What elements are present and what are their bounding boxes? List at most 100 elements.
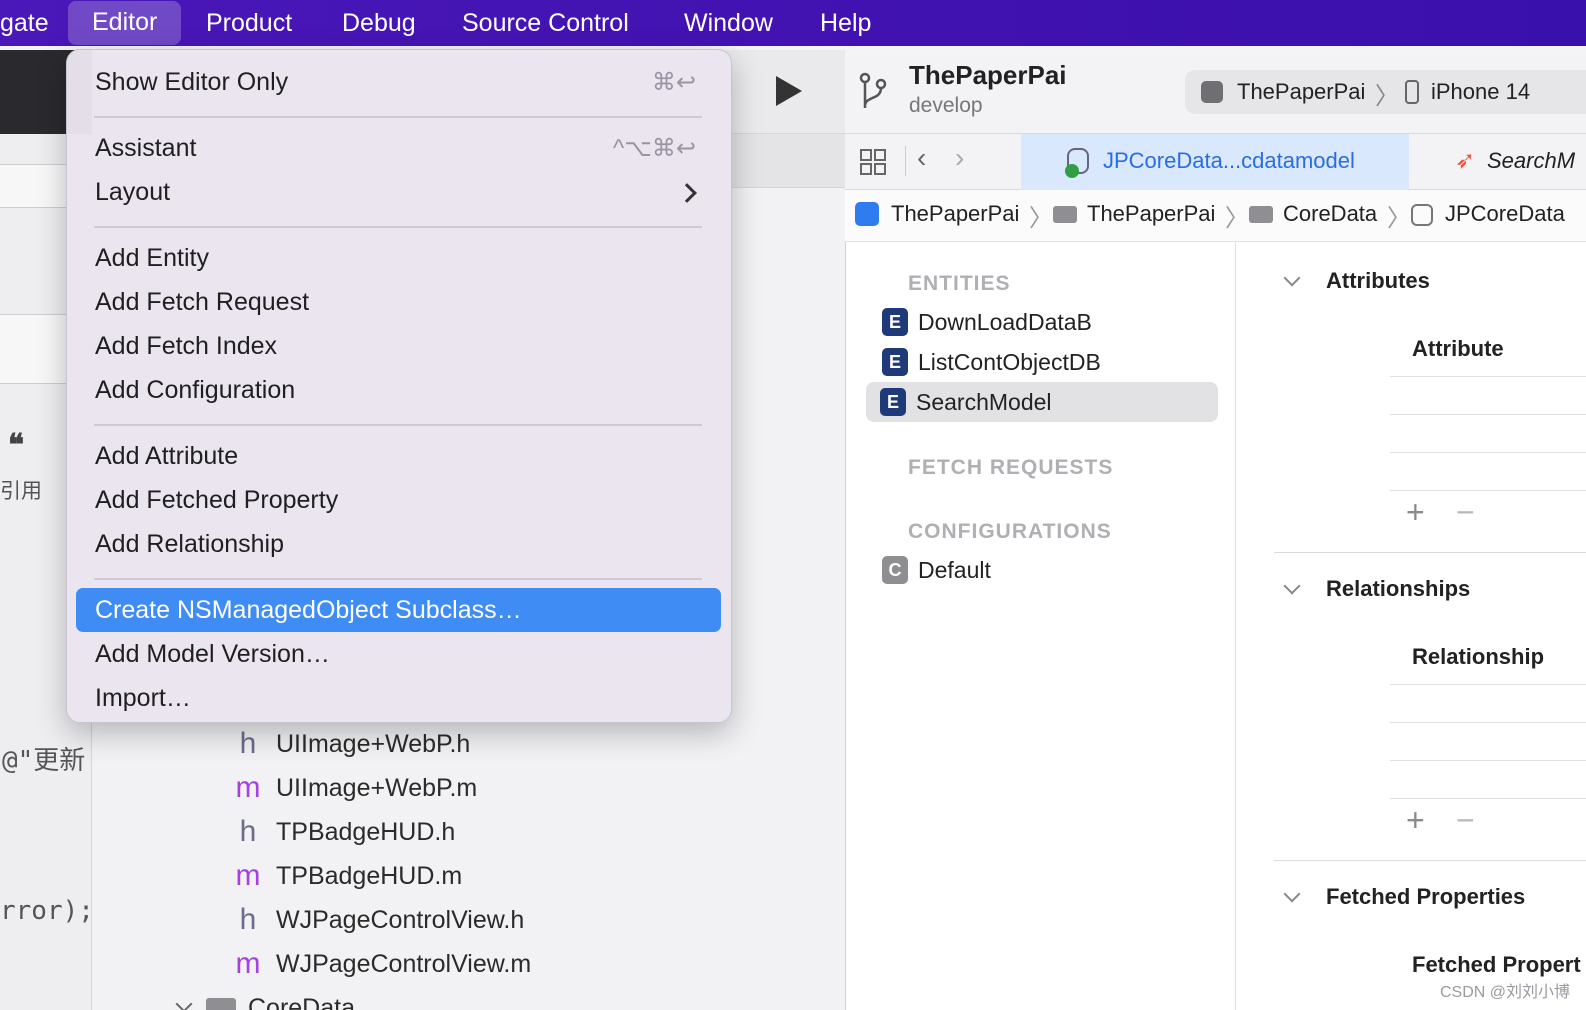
file-name: UIImage+WebP.m — [276, 773, 478, 802]
column-header[interactable]: Fetched Propert — [1412, 952, 1581, 978]
forward-arrow-icon[interactable]: › — [955, 142, 964, 174]
breadcrumb-item[interactable]: ThePaperPai — [891, 201, 1019, 227]
menu-item-assistant[interactable]: Assistant — [95, 134, 196, 163]
menu-item-add-configuration[interactable]: Add Configuration — [95, 376, 295, 405]
header-file-icon: h — [239, 903, 257, 936]
menu-navigate[interactable]: gate — [0, 0, 49, 46]
file-row[interactable]: h WJPageControlView.h — [230, 900, 525, 940]
entity-name: ListContObjectDB — [918, 348, 1101, 375]
folder-name: CoreData — [248, 993, 355, 1010]
quote-icon[interactable]: ❝ — [8, 428, 24, 463]
branch-icon — [859, 72, 887, 108]
window-toolbar: ThePaperPai develop ThePaperPai 〉 iPhone… — [845, 50, 1586, 134]
menu-item-add-entity[interactable]: Add Entity — [95, 244, 209, 273]
file-row[interactable]: h UIImage+WebP.h — [230, 724, 471, 764]
menu-separator — [94, 424, 702, 426]
attributes-section[interactable]: Attributes — [1283, 268, 1430, 294]
menu-item-add-fetch-request[interactable]: Add Fetch Request — [95, 288, 309, 317]
menu-source-control[interactable]: Source Control — [462, 0, 629, 46]
header-file-icon: h — [239, 727, 257, 760]
app-icon — [1201, 81, 1223, 103]
file-name: WJPageControlView.h — [276, 905, 525, 934]
chevron-down-icon — [1283, 885, 1301, 903]
menu-bar: gate Editor Product Debug Source Control… — [0, 0, 1586, 46]
menu-item-add-relationship[interactable]: Add Relationship — [95, 530, 284, 559]
tab-label: JPCoreData...cdatamodel — [1103, 148, 1355, 173]
file-name: UIImage+WebP.h — [276, 729, 471, 758]
configuration-row[interactable]: C Default — [868, 550, 1218, 590]
menu-item-add-fetched-property[interactable]: Add Fetched Property — [95, 486, 338, 515]
menu-item-create-nsmanagedobject-subclass[interactable]: Create NSManagedObject Subclass… — [95, 596, 522, 625]
branch-name: develop — [909, 94, 983, 117]
entity-row[interactable]: E ListContObjectDB — [868, 342, 1218, 382]
column-header[interactable]: Relationship — [1412, 644, 1544, 670]
table-row-line — [1390, 490, 1586, 491]
breadcrumb-item[interactable]: ThePaperPai — [1087, 201, 1215, 227]
menu-item-show-editor-only[interactable]: Show Editor Only — [95, 68, 288, 97]
code-fragment: @"更新 — [2, 746, 86, 776]
fetch-requests-header: FETCH REQUESTS — [908, 456, 1114, 479]
iphone-icon — [1405, 80, 1419, 104]
remove-icon[interactable]: − — [1456, 802, 1475, 839]
folder-row[interactable]: CoreData — [172, 988, 355, 1010]
relationships-section[interactable]: Relationships — [1283, 576, 1471, 602]
breadcrumb-item[interactable]: JPCoreData — [1445, 201, 1565, 227]
section-divider — [1274, 552, 1586, 553]
shortcut-label: ^⌥⌘↩ — [612, 135, 696, 162]
chevron-right-icon: 〉 — [1387, 205, 1411, 232]
swift-icon: ➶ — [1455, 147, 1476, 174]
entity-row[interactable]: E DownLoadDataB — [868, 302, 1218, 342]
file-row[interactable]: h TPBadgeHUD.h — [230, 812, 456, 852]
divider — [905, 146, 906, 176]
add-icon[interactable]: + — [1406, 802, 1425, 839]
section-title: Relationships — [1326, 576, 1471, 601]
disclosure-chevron-icon[interactable] — [175, 995, 193, 1010]
back-arrow-icon[interactable]: ‹ — [917, 142, 926, 174]
entity-name: DownLoadDataB — [918, 308, 1092, 335]
breadcrumb: ThePaperPai 〉 ThePaperPai 〉 CoreData 〉 J… — [845, 190, 1586, 242]
related-items-icon[interactable] — [859, 148, 887, 176]
header-file-icon: h — [239, 815, 257, 848]
column-header[interactable]: Attribute — [1412, 336, 1504, 362]
folder-icon — [1249, 206, 1273, 223]
menu-editor[interactable]: Editor — [68, 1, 182, 45]
menu-item-add-attribute[interactable]: Add Attribute — [95, 442, 238, 471]
add-icon[interactable]: + — [1406, 494, 1425, 531]
entities-header: ENTITIES — [908, 272, 1011, 295]
run-icon[interactable] — [776, 76, 802, 106]
scheme-selector[interactable]: ThePaperPai 〉 iPhone 14 — [1185, 70, 1586, 114]
menu-item-add-model-version[interactable]: Add Model Version… — [95, 640, 330, 669]
menu-product[interactable]: Product — [206, 0, 292, 46]
table-row-line — [1390, 798, 1586, 799]
scheme-name: ThePaperPai — [1237, 79, 1366, 104]
file-row[interactable]: m TPBadgeHUD.m — [230, 856, 463, 896]
quote-label: 引用 — [0, 480, 42, 503]
project-title: ThePaperPai — [909, 60, 1067, 90]
chevron-down-icon — [1283, 269, 1301, 287]
table-row-line — [1390, 684, 1586, 685]
file-row[interactable]: m WJPageControlView.m — [230, 944, 532, 984]
folder-icon — [206, 998, 236, 1010]
entity-row-selected[interactable]: E SearchModel — [866, 382, 1218, 422]
entity-icon: E — [882, 348, 908, 376]
menu-window[interactable]: Window — [684, 0, 773, 46]
implementation-file-icon: m — [235, 859, 261, 892]
configuration-name: Default — [918, 556, 991, 583]
entity-icon: E — [880, 388, 906, 416]
tab-cdatamodel[interactable]: JPCoreData...cdatamodel — [1021, 134, 1409, 190]
file-row[interactable]: m UIImage+WebP.m — [230, 768, 478, 808]
menu-item-layout[interactable]: Layout — [95, 178, 170, 207]
breadcrumb-item[interactable]: CoreData — [1283, 201, 1377, 227]
menu-item-import[interactable]: Import… — [95, 684, 191, 713]
table-row-line — [1390, 414, 1586, 415]
menu-help[interactable]: Help — [820, 0, 871, 46]
remove-icon[interactable]: − — [1456, 494, 1475, 531]
menu-debug[interactable]: Debug — [342, 0, 416, 46]
device-name: iPhone 14 — [1431, 79, 1531, 104]
file-name: TPBadgeHUD.m — [276, 861, 463, 890]
menu-separator — [94, 226, 702, 228]
fetched-properties-section[interactable]: Fetched Properties — [1283, 884, 1525, 910]
tab-label-next[interactable]: SearchM — [1487, 148, 1575, 174]
menu-item-add-fetch-index[interactable]: Add Fetch Index — [95, 332, 277, 361]
chevron-right-icon: 〉 — [1225, 205, 1249, 232]
